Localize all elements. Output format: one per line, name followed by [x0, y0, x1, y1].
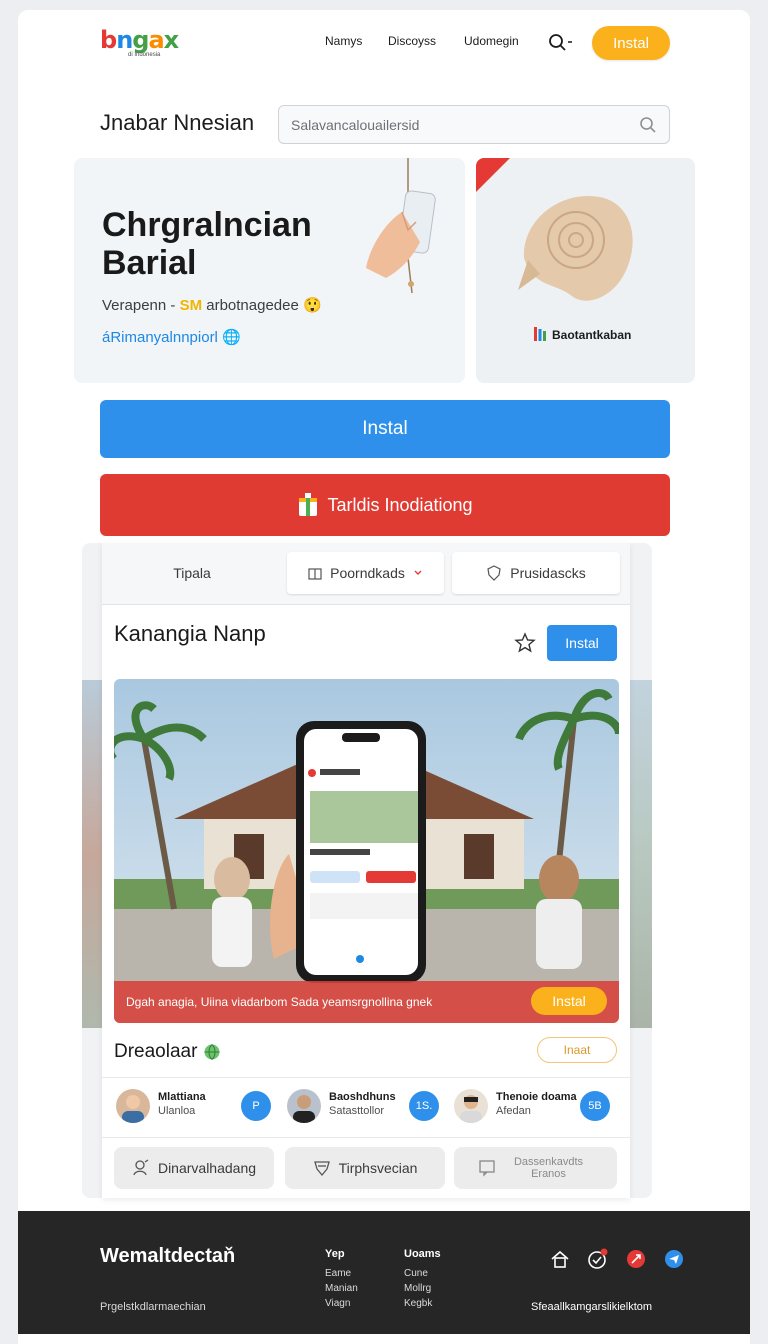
promo-banner-text: Dgah anagia, Uiina viadarbom Sada yeamsr… [126, 995, 433, 1009]
notification-icon[interactable] [586, 1247, 610, 1271]
reviewer-item[interactable]: Baoshdhuns Satasttollor 1S. [287, 1087, 447, 1127]
emoji-icon: 😲 [303, 297, 322, 314]
app-card: Tipala Poorndkads Prusidascks Kanangia N… [102, 543, 630, 1198]
scarf-illustration [518, 196, 633, 301]
globe-icon: 🌐 [222, 329, 241, 346]
avatar [454, 1089, 488, 1123]
tab-2[interactable]: Poorndkads [287, 552, 444, 594]
nav-link-2[interactable]: Discoyss [388, 34, 436, 48]
app-name: Kanangia Nanp [114, 621, 266, 646]
product-icon [308, 568, 322, 580]
promo-scene-image: Dgah anagia, Uiina viadarbom Sada yeamsr… [114, 679, 619, 1023]
footer-link[interactable]: Kegbk [404, 1296, 441, 1311]
chevron-down-icon [414, 570, 422, 575]
search-icon[interactable] [548, 32, 578, 54]
shield-icon [313, 1161, 330, 1177]
page-title: Jnabar Nnesian [100, 110, 255, 135]
footer-link[interactable]: Eame [325, 1266, 358, 1281]
divider [102, 1137, 630, 1138]
footer-link[interactable]: Viagn [325, 1296, 358, 1311]
scene-illustration [114, 679, 619, 1023]
reviewer-badge: 5B [580, 1091, 610, 1121]
footer-link[interactable]: Mollrg [404, 1281, 441, 1296]
tab-bar: Tipala Poorndkads Prusidascks [102, 543, 630, 605]
footer-link[interactable]: Manian [325, 1281, 358, 1296]
nav-link-3[interactable]: Udomegin [464, 34, 519, 48]
hero-title: Chrgralncian Barial [102, 206, 312, 282]
hero-link[interactable]: áRimanyalnnpiorl 🌐 [102, 328, 241, 346]
footer-link[interactable]: Cune [404, 1266, 441, 1281]
chat-icon [478, 1160, 495, 1177]
shield-icon [487, 565, 501, 581]
product-card[interactable]: Baotantkaban [476, 158, 695, 383]
scene-extension-left [82, 680, 104, 1028]
action-button-2[interactable]: Tirphsvecian [285, 1147, 445, 1189]
promo-banner: Dgah anagia, Uiina viadarbom Sada yeamsr… [114, 981, 619, 1023]
reviewer-item[interactable]: Mlattiana Ulanloa P [116, 1087, 271, 1127]
home-icon[interactable] [548, 1247, 572, 1271]
logo-subtitle: di Indonesia [128, 52, 161, 58]
product-label: Baotantkaban [552, 328, 632, 342]
site-footer: Wemaltdectaň Prgelstkdlarmaechian Yep Ea… [18, 1211, 750, 1334]
brand-logo[interactable]: bngax [100, 26, 179, 54]
footer-email[interactable]: Sfeaallkamgarslikielktom [531, 1301, 652, 1313]
hero-banner[interactable]: Chrgralncian Barial Verapenn - SM arbotn… [74, 158, 465, 383]
footer-tagline: Prgelstkdlarmaechian [100, 1301, 206, 1313]
section-heading: Dreaolaar [114, 1041, 221, 1063]
rocket-icon[interactable] [624, 1247, 648, 1271]
bottom-action-bar: Dinarvalhadang Tirphsvecian Dassenkavdts… [102, 1143, 630, 1198]
tab-3[interactable]: Prusidascks [452, 552, 620, 594]
tab-1[interactable]: Tipala [112, 552, 272, 594]
gift-icon [299, 493, 318, 516]
app-install-button[interactable]: Instal [547, 625, 617, 661]
search-input[interactable] [291, 116, 639, 133]
footer-column-1: Yep Eame Manian Viagn [325, 1248, 358, 1311]
section-action-button[interactable]: Inaat [537, 1037, 617, 1063]
user-icon [133, 1159, 149, 1176]
grid-icon [534, 327, 546, 341]
install-button-primary[interactable]: Instal [100, 400, 670, 458]
top-header: bngax di Indonesia Namys Discoyss Udomeg… [18, 10, 750, 76]
scene-extension-right [630, 680, 652, 1028]
search-icon [640, 116, 656, 133]
corner-badge [476, 158, 510, 192]
header-install-button[interactable]: Instal [592, 26, 670, 60]
action-button-3[interactable]: Dassenkavdts Eranos [454, 1147, 617, 1189]
search-field[interactable] [278, 105, 670, 144]
footer-social-icons [548, 1247, 686, 1271]
telegram-icon[interactable] [662, 1247, 686, 1271]
nav-link-1[interactable]: Namys [325, 34, 362, 48]
action-button-1[interactable]: Dinarvalhadang [114, 1147, 274, 1189]
globe-icon [204, 1044, 220, 1060]
reviewer-badge: P [241, 1091, 271, 1121]
reviewer-item[interactable]: Thenoie doama Afedan 5B [454, 1087, 624, 1127]
reviewer-badge: 1S. [409, 1091, 439, 1121]
banner-install-button[interactable]: Instal [531, 987, 607, 1015]
avatar [116, 1089, 150, 1123]
footer-brand: Wemaltdectaň [100, 1245, 236, 1267]
footer-column-2: Uoams Cune Mollrg Kegbk [404, 1248, 441, 1311]
hero-subtitle: Verapenn - SM arbotnagedee 😲 [102, 297, 322, 314]
red-action-button[interactable]: Tarldis Inodiationg [100, 474, 670, 536]
avatar [287, 1089, 321, 1123]
reviewer-list: Mlattiana Ulanloa P Baoshdhuns Satasttol… [102, 1077, 630, 1137]
hand-holding-phone-illustration [366, 158, 436, 294]
star-icon[interactable] [514, 632, 536, 654]
